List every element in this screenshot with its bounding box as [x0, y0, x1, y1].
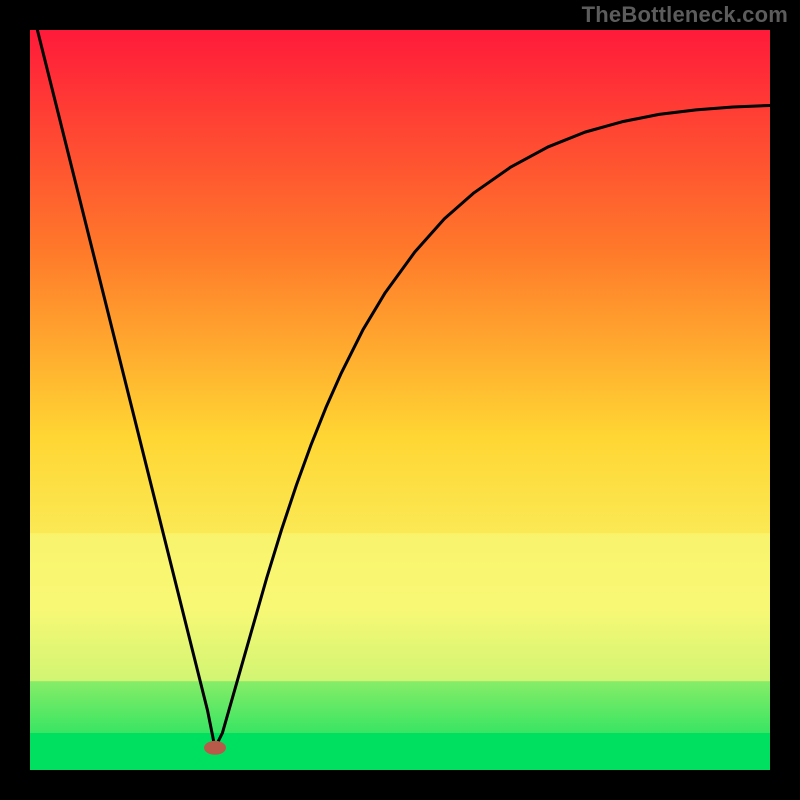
chart-svg: [30, 30, 770, 770]
yellow-band: [30, 533, 770, 681]
plot-area: [30, 30, 770, 770]
minimum-marker: [204, 741, 226, 755]
green-strip: [30, 733, 770, 770]
chart-frame: TheBottleneck.com: [0, 0, 800, 800]
watermark-text: TheBottleneck.com: [582, 2, 788, 28]
